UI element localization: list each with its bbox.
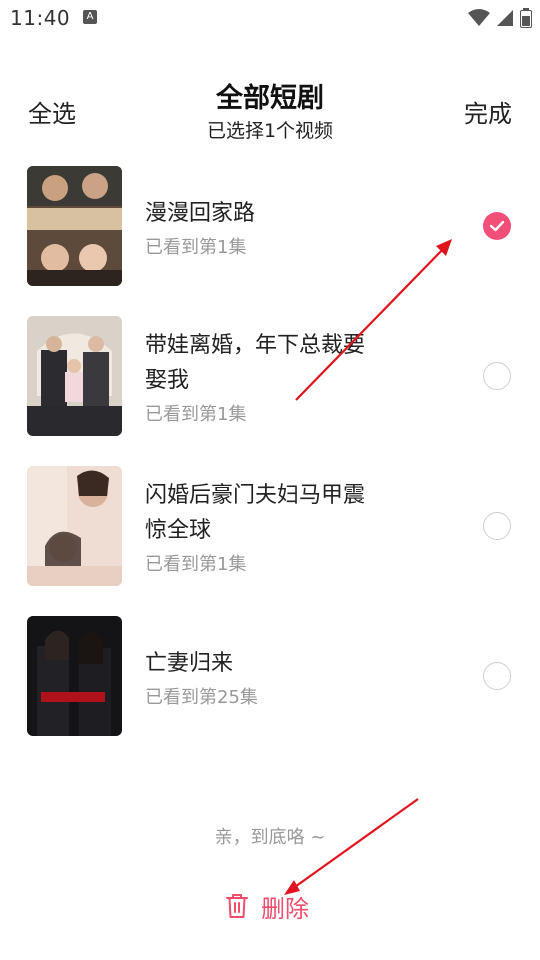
drama-poster[interactable] [27,316,122,436]
watch-progress: 已看到第1集 [145,237,247,258]
delete-label: 删除 [261,894,309,923]
drama-poster[interactable] [27,166,122,286]
header: 全选 全部短剧 已选择1个视频 完成 [0,70,540,150]
drama-title: 亡妻归来 [145,651,234,676]
notification-a-icon: A [83,10,97,24]
drama-title: 漫漫回家路 [145,201,256,226]
trash-icon [226,894,248,918]
wifi-icon [468,9,490,26]
drama-title: 闪婚后豪门夫妇马甲震惊全球 [145,483,366,543]
battery-icon [520,8,532,28]
list-item[interactable]: 亡妻归来 已看到第25集 [0,610,540,736]
status-bar: 11:40 A [0,0,540,36]
done-button[interactable]: 完成 [464,94,512,129]
list-item[interactable]: 漫漫回家路 已看到第1集 [0,160,540,286]
watch-progress: 已看到第1集 [145,554,247,575]
list-item[interactable]: 带娃离婚，年下总裁要娶我 已看到第1集 [0,310,540,436]
selection-count: 已选择1个视频 [206,120,334,142]
select-checkbox[interactable] [483,212,511,240]
select-checkbox[interactable] [483,662,511,690]
status-time: 11:40 [10,6,71,30]
system-icons [468,8,532,28]
watch-progress: 已看到第25集 [145,687,258,708]
select-checkbox[interactable] [483,362,511,390]
drama-title: 带娃离婚，年下总裁要娶我 [145,333,366,393]
watch-progress: 已看到第1集 [145,404,247,425]
select-checkbox[interactable] [483,512,511,540]
drama-poster[interactable] [27,616,122,736]
delete-button[interactable]: 删除 [225,888,309,924]
drama-poster[interactable] [27,466,122,586]
page-title: 全部短剧 [216,83,324,114]
list-item[interactable]: 闪婚后豪门夫妇马甲震惊全球 已看到第1集 [0,460,540,586]
end-of-list-text: 亲，到底咯 ~ [214,827,326,848]
check-icon [489,220,505,232]
signal-icon [497,10,513,26]
